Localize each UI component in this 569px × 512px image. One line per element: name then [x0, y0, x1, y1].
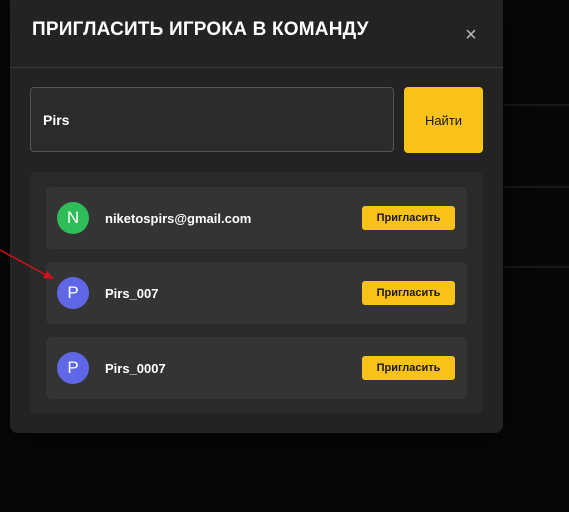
- background-row-divider: [503, 186, 569, 188]
- modal-title: ПРИГЛАСИТЬ ИГРОКА В КОМАНДУ: [32, 18, 369, 40]
- annotation-arrow-icon: [0, 249, 54, 279]
- search-results-list: N niketospirs@gmail.com Пригласить P Pir…: [30, 172, 483, 414]
- invite-button[interactable]: Пригласить: [362, 356, 455, 380]
- list-item: N niketospirs@gmail.com Пригласить: [46, 187, 467, 249]
- background-row-divider: [503, 266, 569, 268]
- search-button[interactable]: Найти: [404, 87, 483, 153]
- user-name: Pirs_0007: [105, 360, 166, 376]
- invite-button[interactable]: Пригласить: [362, 206, 455, 230]
- avatar: N: [57, 202, 89, 234]
- annotation-arrow-line: [0, 249, 47, 276]
- close-icon[interactable]: ×: [459, 23, 483, 47]
- search-row: Найти: [30, 87, 483, 153]
- user-name: niketospirs@gmail.com: [105, 210, 252, 226]
- modal-header: ПРИГЛАСИТЬ ИГРОКА В КОМАНДУ ×: [10, 0, 503, 68]
- avatar: P: [57, 352, 89, 384]
- user-name: Pirs_007: [105, 285, 159, 301]
- invite-button[interactable]: Пригласить: [362, 281, 455, 305]
- list-item: P Pirs_0007 Пригласить: [46, 337, 467, 399]
- list-item: P Pirs_007 Пригласить: [46, 262, 467, 324]
- invite-player-modal: ПРИГЛАСИТЬ ИГРОКА В КОМАНДУ × Найти N ni…: [10, 0, 503, 433]
- avatar: P: [57, 277, 89, 309]
- search-input[interactable]: [30, 87, 394, 152]
- background-row-divider: [503, 104, 569, 106]
